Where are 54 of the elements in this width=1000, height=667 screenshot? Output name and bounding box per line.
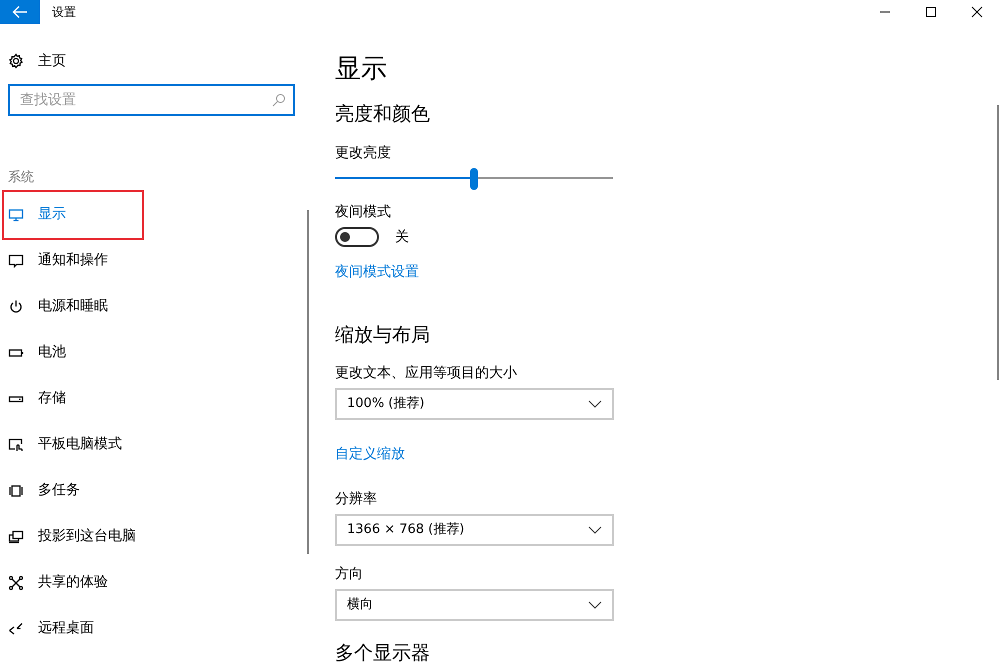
dropdown[interactable]: 100% (推荐) — [335, 388, 614, 420]
settings-link[interactable]: 夜间模式设置 — [335, 262, 419, 282]
slider-thumb[interactable] — [470, 168, 478, 190]
scrollbar[interactable] — [307, 210, 309, 554]
dropdown-value: 100% (推荐) — [347, 395, 424, 414]
back-arrow-icon — [12, 5, 28, 19]
dropdown[interactable]: 横向 — [335, 589, 614, 621]
page-title: 显示 — [335, 53, 388, 86]
monitor-icon — [8, 206, 24, 222]
toggle-switch[interactable] — [335, 227, 379, 247]
multitask-icon — [8, 482, 24, 498]
sidebar-item[interactable]: 平板电脑模式 — [0, 422, 310, 468]
setting-label: 分辨率 — [335, 490, 378, 509]
sidebar-item[interactable]: 显示 — [4, 192, 142, 238]
window-title: 设置 — [52, 4, 76, 21]
sidebar-item[interactable]: 存储 — [0, 376, 310, 422]
sidebar-item[interactable]: 多任务 — [0, 468, 310, 514]
setting-label: 夜间模式 — [335, 202, 392, 222]
search-field[interactable]: 查找设置 — [8, 84, 295, 116]
chevron-icon — [588, 400, 602, 408]
scrollbar[interactable] — [997, 105, 999, 380]
settings-link[interactable]: 自定义缩放 — [335, 444, 405, 465]
dropdown-value: 1366 × 768 (推荐) — [347, 521, 464, 540]
power-icon — [8, 298, 24, 314]
section-heading: 亮度和颜色 — [335, 102, 431, 127]
setting-label: 更改文本、应用等项目的大小 — [335, 364, 518, 383]
brightness-slider[interactable] — [335, 168, 613, 188]
home-nav-item[interactable]: 主页 — [0, 38, 310, 84]
section-heading: 缩放与布局 — [335, 322, 431, 348]
search-icon — [272, 93, 286, 107]
section-label: 系统 — [7, 169, 35, 187]
gear-icon — [8, 53, 24, 69]
close-icon — [971, 6, 983, 18]
chevron-icon — [588, 601, 602, 609]
network-icon — [8, 574, 24, 590]
chevron-icon — [588, 526, 602, 534]
setting-label: 方向 — [335, 565, 364, 584]
toggle-state: 关 — [395, 228, 409, 246]
maximize-icon — [925, 6, 937, 18]
sidebar-item[interactable]: 电池 — [0, 330, 310, 376]
tablet-icon — [8, 436, 24, 452]
back-button[interactable] — [0, 0, 40, 24]
remote-icon — [8, 620, 24, 636]
sidebar-item[interactable]: 投影到这台电脑 — [0, 514, 310, 560]
sidebar-item[interactable]: 远程桌面 — [0, 606, 310, 652]
speech-bubble-icon — [8, 252, 24, 268]
setting-label: 更改亮度 — [335, 144, 392, 162]
section-heading: 多个显示器 — [335, 641, 431, 666]
sidebar-item[interactable]: 通知和操作 — [0, 238, 310, 284]
dropdown-value: 横向 — [347, 596, 373, 614]
dropdown[interactable]: 1366 × 768 (推荐) — [335, 514, 614, 546]
sidebar-item[interactable]: 共享的体验 — [0, 560, 310, 606]
projector-screen-icon — [8, 528, 24, 544]
sidebar-item[interactable]: 电源和睡眠 — [0, 284, 310, 330]
